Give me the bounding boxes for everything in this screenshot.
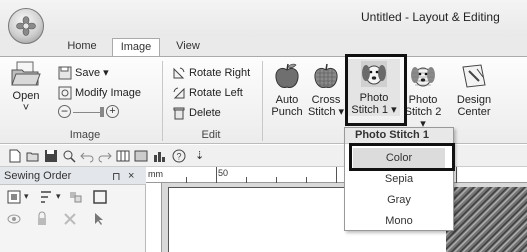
grid-view-icon[interactable] [116,149,130,163]
tab-view[interactable]: View [168,38,208,56]
tab-image[interactable]: Image [112,38,160,56]
app-orb-icon [16,16,36,36]
modify-image-icon [58,86,72,100]
ribbon-tabs: Home Image View [0,36,527,56]
save-icon[interactable] [44,149,58,163]
svg-text:?: ? [177,152,182,162]
save-button[interactable]: Save ▾ [58,65,109,82]
vertical-ruler [146,183,162,252]
eye-icon[interactable] [6,211,22,227]
menu-item-gray[interactable]: Gray [353,190,445,210]
group-divider [162,61,163,141]
delete-label: Delete [189,107,221,119]
frame-icon[interactable] [92,189,108,205]
close-icon[interactable] [62,211,78,227]
ruler-unit: mm [148,169,163,179]
undo-icon[interactable] [80,149,94,163]
design-canvas[interactable]: mm 50 [146,167,527,252]
auto-punch-button[interactable]: Auto Punch [268,61,306,118]
auto-punch-label-1: Auto [275,94,299,106]
pin-icon[interactable]: ⊓ [112,170,121,183]
photo-preview [446,187,527,252]
tab-home[interactable]: Home [60,38,104,56]
menu-header: Photo Stitch 1 [345,128,453,144]
cross-stitch-label-2-text: Stitch [307,106,336,118]
new-file-icon[interactable] [8,149,22,163]
rotate-left-button[interactable]: Rotate Left [172,85,243,102]
auto-punch-label-2: Punch [271,106,303,118]
design-center-icon [462,64,486,88]
lock-icon[interactable] [34,211,50,227]
menu-item-sepia[interactable]: Sepia [353,169,445,189]
photo-stitch-2-button[interactable]: Photo Stitch 2 ▾ [402,61,444,130]
slider-plus-icon[interactable]: + [106,105,119,118]
open-label: Open [12,90,40,102]
open-folder-icon[interactable] [26,149,40,163]
photo-stitch-2-label-2-text: Stitch 2 [404,106,442,118]
rotate-right-button[interactable]: Rotate Right [172,65,250,82]
bar-chart-icon[interactable] [152,149,166,163]
frame-select-dropdown[interactable]: ▾ [24,191,29,202]
sewing-order-title: Sewing Order [4,170,72,182]
sewing-order-title-bar: Sewing Order ⊓ × [0,167,146,185]
frame-select-icon[interactable] [6,189,22,205]
help-icon[interactable]: ? [172,149,186,163]
window-title: Untitled - Layout & Editing [361,10,500,24]
open-folder-icon [11,61,41,86]
apple-icon [314,63,338,88]
slider-minus-icon[interactable]: − [58,105,71,118]
redo-icon[interactable] [98,149,112,163]
rotate-right-icon [173,67,185,79]
menu-item-mono[interactable]: Mono [353,211,445,231]
zoom-icon[interactable] [62,149,76,163]
transparency-slider[interactable]: − + [58,105,120,119]
modify-image-button[interactable]: Modify Image [58,85,141,102]
sort-dropdown[interactable]: ▾ [56,191,61,202]
slider-thumb[interactable] [100,107,104,117]
close-icon[interactable]: × [128,170,134,182]
delete-icon [173,107,185,120]
rotate-left-icon [173,87,185,99]
cross-stitch-button[interactable]: Cross Stitch ▾ [306,61,346,118]
dog-icon [411,67,435,87]
quick-access-customize[interactable]: ⇣ [195,149,204,162]
merge-icon[interactable] [68,189,84,205]
highlight-photo-stitch-1 [345,54,407,126]
realistic-view-icon[interactable] [134,149,148,163]
pointer-icon[interactable] [90,211,106,227]
design-center-button[interactable]: Design Center [452,61,496,118]
horizontal-ruler: mm 50 [146,167,527,183]
photo-stitch-2-label-1: Photo [408,94,438,106]
cross-stitch-label-1: Cross [311,94,341,106]
open-dropdown-arrow[interactable]: ˅ [6,102,46,114]
edit-group-label: Edit [201,129,221,141]
title-bar: Untitled - Layout & Editing [0,0,527,36]
apple-icon [275,63,299,88]
app-orb-button[interactable] [8,8,44,44]
image-group-label: Image [69,129,101,141]
rotate-right-label: Rotate Right [189,67,251,79]
ruler-mark-50: 50 [218,168,229,178]
group-divider [262,61,263,141]
rotate-left-label: Rotate Left [189,87,243,99]
sort-icon[interactable] [38,189,54,205]
delete-button[interactable]: Delete [172,105,221,122]
design-center-label-2: Center [457,106,491,118]
sewing-order-pane: Sewing Order ⊓ × ▾ ▾ [0,167,146,252]
save-label: Save [75,67,101,79]
open-button[interactable]: Open ˅ [6,61,46,117]
highlight-color-item [349,143,455,171]
design-center-label-1: Design [456,94,492,106]
save-icon [58,66,72,80]
modify-image-label: Modify Image [75,87,142,99]
cross-stitch-label-2: Stitch ▾ [307,106,345,118]
